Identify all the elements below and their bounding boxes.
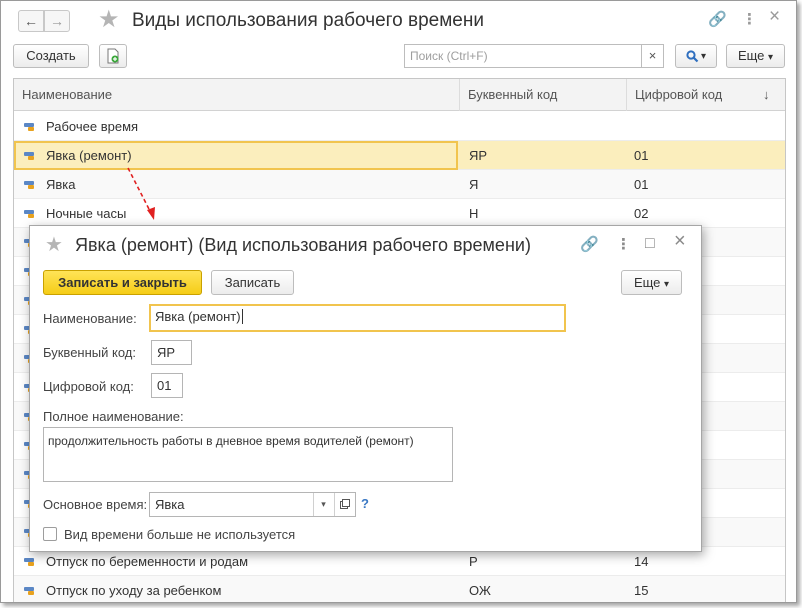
row-letter-code: ОЖ <box>469 583 491 598</box>
row-letter-code: Н <box>469 206 479 221</box>
row-digit-code: 02 <box>634 206 649 221</box>
main-time-label: Основное время: <box>43 497 148 512</box>
column-header-letter-code[interactable]: Буквенный код <box>460 79 627 111</box>
add-document-icon <box>107 48 119 64</box>
more-menu-icon[interactable]: ⋮ <box>742 11 757 29</box>
more-label: Еще <box>737 48 765 63</box>
search-button[interactable]: ▾ <box>675 44 717 68</box>
name-input[interactable]: Явка (ремонт) <box>149 304 566 332</box>
row-digit-code: 15 <box>634 583 649 598</box>
back-arrow-icon[interactable]: ← <box>18 10 44 32</box>
dialog-title: Явка (ремонт) (Вид использования рабочег… <box>75 235 531 255</box>
sort-arrow-icon: ↓ <box>763 87 770 102</box>
magnifier-icon <box>686 50 699 63</box>
full-name-textarea[interactable]: продолжительность работы в дневное время… <box>43 427 453 482</box>
maximize-icon[interactable]: □ <box>645 235 655 253</box>
search-input[interactable]: Поиск (Ctrl+F) <box>404 44 642 68</box>
time-type-icon <box>24 558 36 566</box>
help-question-icon[interactable]: ? <box>361 496 369 511</box>
name-label: Наименование: <box>43 311 137 326</box>
title-bar: ← → ★ Виды использования рабочего времен… <box>1 1 796 41</box>
open-window-icon <box>339 499 350 509</box>
create-button[interactable]: Создать <box>13 44 89 68</box>
main-time-select[interactable]: Явка ▾ <box>149 492 356 517</box>
table-row[interactable]: Явка Я 01 <box>14 170 785 199</box>
close-icon[interactable]: × <box>769 7 780 26</box>
create-group-button[interactable] <box>99 44 127 68</box>
chevron-down-icon[interactable]: ▾ <box>313 493 333 516</box>
save-and-close-button[interactable]: Записать и закрыть <box>43 270 202 295</box>
table-row-selected[interactable]: Явка (ремонт) ЯР 01 <box>14 141 785 170</box>
chevron-down-icon: ▾ <box>768 52 774 63</box>
time-type-icon <box>24 587 36 595</box>
chevron-down-icon: ▾ <box>664 279 670 290</box>
not-used-checkbox[interactable] <box>43 527 57 541</box>
open-item-button[interactable] <box>334 493 354 516</box>
column-header-digit-code[interactable]: Цифровой код ↓ <box>627 79 785 111</box>
row-name: Отпуск по уходу за ребенком <box>46 583 222 598</box>
close-icon[interactable]: × <box>674 231 686 251</box>
letter-code-label: Буквенный код: <box>43 345 136 360</box>
link-icon[interactable]: 🔗 <box>708 11 727 29</box>
more-actions-button[interactable]: Еще ▾ <box>726 44 785 68</box>
digit-code-input[interactable]: 01 <box>151 373 183 398</box>
time-type-icon <box>24 181 36 189</box>
main-time-value: Явка <box>155 497 185 512</box>
clear-search-icon[interactable]: × <box>641 44 664 68</box>
window-title: Виды использования рабочего времени <box>132 10 484 31</box>
row-letter-code: Я <box>469 177 479 192</box>
text-cursor <box>241 309 243 324</box>
digit-code-label: Цифровой код: <box>43 379 134 394</box>
column-header-digit-label: Цифровой код <box>635 87 723 102</box>
list-toolbar: Создать Поиск (Ctrl+F) × ▾ Еще ▾ <box>1 43 796 71</box>
table-row[interactable]: Отпуск по уходу за ребенком ОЖ 15 <box>14 576 785 602</box>
edit-dialog: ★ Явка (ремонт) (Вид использования рабоч… <box>29 225 702 552</box>
favorite-star-icon[interactable]: ★ <box>45 232 63 258</box>
row-name: Явка (ремонт) <box>46 148 132 163</box>
more-label: Еще <box>633 275 661 290</box>
link-icon[interactable]: 🔗 <box>580 236 599 254</box>
row-letter-code: ЯР <box>469 148 488 163</box>
time-type-icon <box>24 152 36 160</box>
time-type-icon <box>24 210 36 218</box>
letter-code-input[interactable]: ЯР <box>151 340 192 365</box>
row-name: Явка <box>46 177 76 192</box>
save-button[interactable]: Записать <box>211 270 294 295</box>
table-row[interactable]: Рабочее время <box>14 112 785 141</box>
row-digit-code: 01 <box>634 148 649 163</box>
table-header: Наименование Буквенный код Цифровой код … <box>14 79 785 111</box>
chevron-down-icon: ▾ <box>700 51 707 62</box>
row-name: Ночные часы <box>46 206 127 221</box>
favorite-star-icon[interactable]: ★ <box>98 7 120 33</box>
row-name: Рабочее время <box>46 119 139 134</box>
row-digit-code: 01 <box>634 177 649 192</box>
column-header-name[interactable]: Наименование <box>14 79 460 111</box>
dialog-more-button[interactable]: Еще ▾ <box>621 270 682 295</box>
more-menu-icon[interactable]: ⋮ <box>616 236 631 254</box>
time-type-icon <box>24 123 36 131</box>
name-value: Явка (ремонт) <box>155 309 241 324</box>
forward-arrow-icon[interactable]: → <box>44 10 70 32</box>
full-name-label: Полное наименование: <box>43 409 184 424</box>
not-used-label[interactable]: Вид времени больше не используется <box>64 527 295 542</box>
table-row[interactable]: Ночные часы Н 02 <box>14 199 785 228</box>
